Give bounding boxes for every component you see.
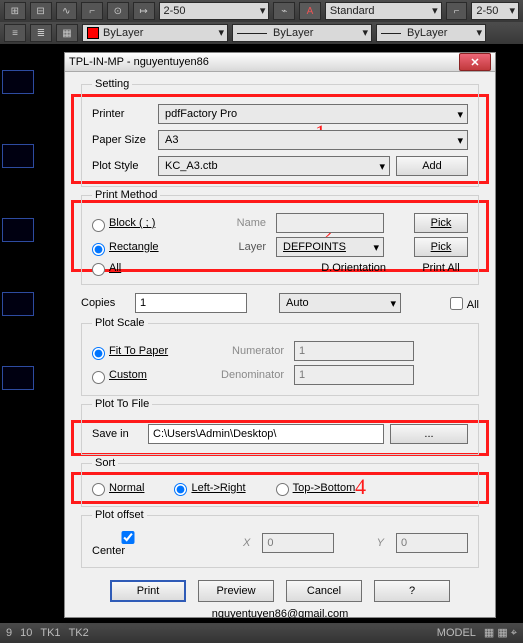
- thumb[interactable]: [2, 70, 34, 94]
- radio-all[interactable]: All: [92, 261, 200, 274]
- add-button[interactable]: Add: [396, 156, 468, 176]
- copies-label: Copies: [81, 297, 129, 309]
- sort-group: Sort Normal Left->Right Top->Bottom: [81, 457, 479, 507]
- printall-label: Print All: [414, 262, 468, 274]
- dimstyle2-combo[interactable]: 2-50: [471, 2, 519, 20]
- plotscale-legend: Plot Scale: [92, 317, 148, 329]
- plotstyle-label: Plot Style: [92, 160, 152, 172]
- layout-thumbnails: [2, 60, 38, 617]
- linetype-combo[interactable]: ByLayer: [232, 24, 372, 42]
- all-checkbox[interactable]: All: [450, 295, 479, 311]
- tool-icon[interactable]: ∿: [56, 2, 78, 20]
- plotscale-group: Plot Scale Fit To Paper Numerator Custom…: [81, 317, 479, 396]
- sort-legend: Sort: [92, 457, 118, 469]
- help-button[interactable]: ?: [374, 580, 450, 602]
- dialog-title: TPL-IN-MP - nguyentuyen86: [69, 56, 209, 68]
- tool-icon[interactable]: ⌐: [81, 2, 103, 20]
- savein-field[interactable]: [148, 424, 384, 444]
- browse-button[interactable]: ...: [390, 424, 468, 444]
- plotoffset-legend: Plot offset: [92, 509, 147, 521]
- denominator-label: Denominator: [204, 369, 290, 381]
- pg[interactable]: 10: [20, 627, 32, 639]
- tool-icon[interactable]: ↦: [133, 2, 155, 20]
- setting-group: Setting Printer pdfFactory Pro Paper Siz…: [81, 78, 479, 187]
- plotoffset-group: Plot offset Center X Y: [81, 509, 479, 568]
- close-button[interactable]: ✕: [459, 53, 491, 71]
- dorientation-label: D.Orientation: [276, 262, 386, 274]
- plot-dialog: TPL-IN-MP - nguyentuyen86 ✕ 1 2 3 4 Sett…: [64, 52, 496, 618]
- status-icon[interactable]: ▦ ▦ ⌖: [484, 626, 517, 640]
- x-field: [262, 533, 334, 553]
- pg[interactable]: TK2: [69, 627, 89, 639]
- color-combo[interactable]: ByLayer: [82, 24, 228, 42]
- tool-icon[interactable]: ▦: [56, 24, 78, 42]
- toolbar-row-2: ≡ ≣ ▦ ByLayer ByLayer ByLayer: [0, 22, 523, 44]
- numerator-field: [294, 341, 414, 361]
- papersize-combo[interactable]: A3: [158, 130, 468, 150]
- color-swatch-icon: [87, 27, 99, 39]
- printmethod-legend: Print Method: [92, 189, 160, 201]
- plottofile-group: Plot To File Save in ...: [81, 398, 479, 455]
- plottofile-legend: Plot To File: [92, 398, 152, 410]
- name-field: [276, 213, 384, 233]
- text-style-icon[interactable]: A: [299, 2, 321, 20]
- tool-icon[interactable]: ≡: [4, 24, 26, 42]
- name-label: Name: [204, 217, 272, 229]
- toolbar-row-1: ⊞ ⊟ ∿ ⌐ ⊙ ↦ 2-50 ⌁ A Standard ⌐ 2-50: [0, 0, 523, 22]
- printmethod-group: Print Method Block ( ; ) Name Pick Recta…: [81, 189, 479, 285]
- radio-fit[interactable]: Fit To Paper: [92, 345, 200, 358]
- tool-icon[interactable]: ≣: [30, 24, 52, 42]
- radio-custom[interactable]: Custom: [92, 369, 200, 382]
- sort-normal[interactable]: Normal: [92, 481, 144, 494]
- y-field: [396, 533, 468, 553]
- footer-buttons: Print Preview Cancel ?: [81, 580, 479, 602]
- papersize-label: Paper Size: [92, 134, 152, 146]
- tool-icon[interactable]: ⊟: [30, 2, 52, 20]
- setting-legend: Setting: [92, 78, 132, 90]
- pg[interactable]: TK1: [40, 627, 60, 639]
- titlebar: TPL-IN-MP - nguyentuyen86 ✕: [65, 53, 495, 72]
- contact-text: nguyentuyen86@gmail.com: [81, 608, 479, 620]
- textstyle-combo[interactable]: Standard: [325, 2, 442, 20]
- preview-button[interactable]: Preview: [198, 580, 274, 602]
- center-checkbox[interactable]: Center: [92, 529, 192, 557]
- tool-icon[interactable]: ⊞: [4, 2, 26, 20]
- dimstyle-combo[interactable]: 2-50: [159, 2, 270, 20]
- thumb[interactable]: [2, 292, 34, 316]
- tool-icon[interactable]: ⊙: [107, 2, 129, 20]
- x-label: X: [243, 537, 250, 549]
- print-button[interactable]: Print: [110, 580, 186, 602]
- pick-name-button[interactable]: Pick: [414, 213, 468, 233]
- layer-combo[interactable]: DEFPOINTS: [276, 237, 384, 257]
- layer-label: Layer: [204, 241, 272, 253]
- radio-rectangle[interactable]: Rectangle: [92, 241, 200, 254]
- thumb[interactable]: [2, 366, 34, 390]
- copies-field[interactable]: [135, 293, 247, 313]
- printer-label: Printer: [92, 108, 152, 120]
- thumb[interactable]: [2, 218, 34, 242]
- pick-layer-button[interactable]: Pick: [414, 237, 468, 257]
- orientation-combo[interactable]: Auto: [279, 293, 401, 313]
- numerator-label: Numerator: [204, 345, 290, 357]
- y-label: Y: [377, 537, 384, 549]
- lineweight-combo[interactable]: ByLayer: [376, 24, 486, 42]
- plotstyle-combo[interactable]: KC_A3.ctb: [158, 156, 390, 176]
- tool-icon[interactable]: ⌁: [273, 2, 295, 20]
- pg[interactable]: 9: [6, 627, 12, 639]
- savein-label: Save in: [92, 428, 142, 440]
- thumb[interactable]: [2, 144, 34, 168]
- radio-block[interactable]: Block ( ; ): [92, 217, 200, 230]
- tool-icon[interactable]: ⌐: [446, 2, 468, 20]
- denominator-field: [294, 365, 414, 385]
- cancel-button[interactable]: Cancel: [286, 580, 362, 602]
- sort-tb[interactable]: Top->Bottom: [276, 481, 356, 494]
- sort-lr[interactable]: Left->Right: [174, 481, 245, 494]
- model-badge[interactable]: MODEL: [437, 627, 476, 639]
- printer-combo[interactable]: pdfFactory Pro: [158, 104, 468, 124]
